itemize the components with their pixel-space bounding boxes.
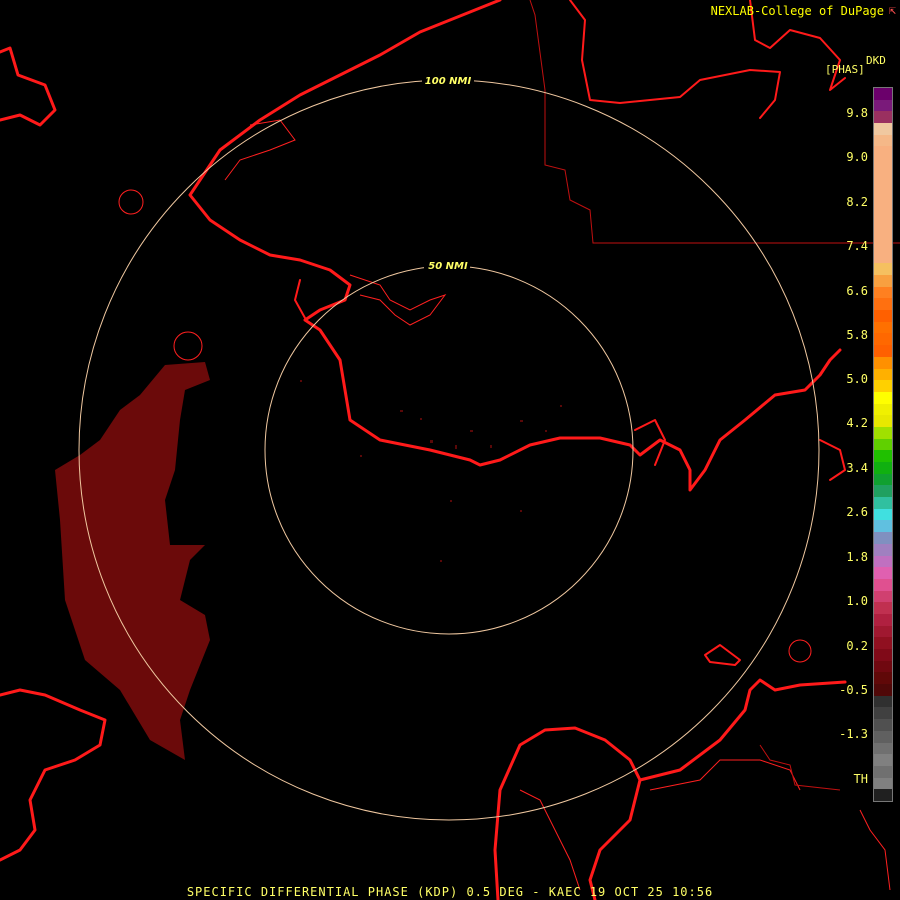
range-rings — [78, 79, 820, 821]
legend-label: 2.6 — [846, 505, 868, 519]
legend-label: TH — [853, 772, 868, 786]
radar-view[interactable]: 100 NMI 50 NMI — [0, 0, 900, 900]
legend-label: 4.2 — [846, 416, 868, 430]
clutter-field — [300, 380, 562, 562]
legend-label: 1.0 — [846, 594, 868, 608]
echo-region — [55, 362, 210, 760]
range-ring-100 — [78, 79, 820, 821]
legend-label: 9.8 — [846, 106, 868, 120]
color-legend — [873, 87, 893, 802]
legend-label: 7.4 — [846, 239, 868, 253]
state-boundary — [529, 0, 900, 791]
range-ring-50 — [264, 265, 634, 635]
logo-icon: ⇱ — [888, 3, 896, 17]
legend-label: 6.6 — [846, 284, 868, 298]
product-caption: SPECIFIC DIFFERENTIAL PHASE (KDP) 0.5 DE… — [186, 885, 714, 899]
legend-label: -0.5 — [839, 683, 868, 697]
legend-label: 8.2 — [846, 195, 868, 209]
range-ring-100-label: 100 NMI — [425, 76, 472, 87]
legend-label: 5.0 — [846, 372, 868, 386]
legend-label: -1.3 — [839, 727, 868, 741]
range-ring-50-label: 50 NMI — [428, 261, 468, 272]
legend-label: 3.4 — [846, 461, 868, 475]
legend-label: 1.8 — [846, 550, 868, 564]
legend-label: 0.2 — [846, 639, 868, 653]
unit-label: [PHAS] — [825, 63, 865, 76]
legend-label: 5.8 — [846, 328, 868, 342]
credit-text: NEXLAB-College of DuPage — [710, 4, 884, 18]
legend-label: 9.0 — [846, 150, 868, 164]
product-code: DKD — [866, 54, 886, 67]
